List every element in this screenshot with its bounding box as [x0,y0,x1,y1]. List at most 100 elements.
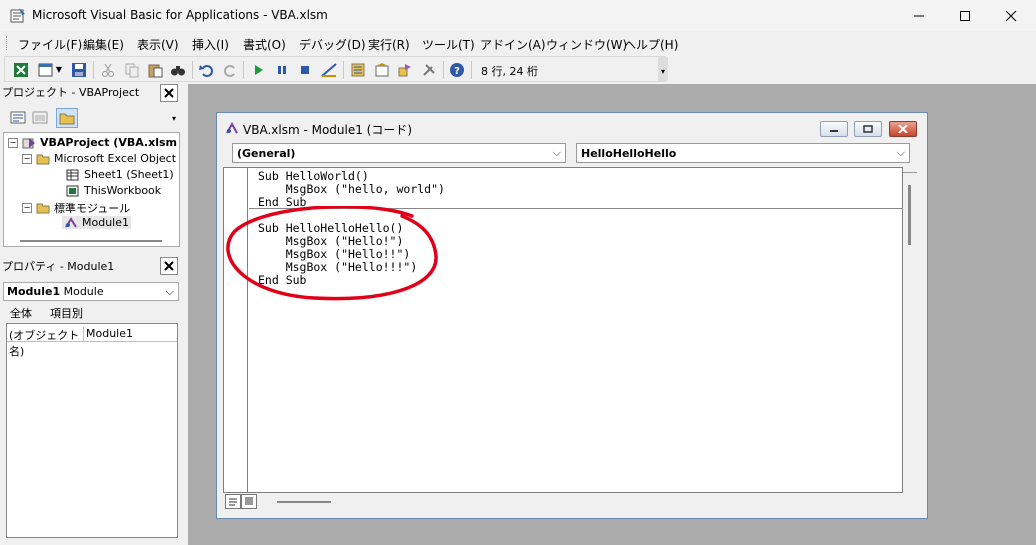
tab-categorized[interactable]: 項目別 [50,305,83,321]
chevron-down-icon: ⌵ [165,285,174,298]
menu-run[interactable]: 実行(R) [368,36,410,53]
tab-alphabetic[interactable]: 全体 [10,305,32,321]
tree-hscroll-thumb[interactable] [20,240,162,242]
find-button[interactable] [169,61,186,78]
code-vertical-scrollbar[interactable] [903,167,917,493]
undo-button[interactable] [198,61,215,78]
menu-tools[interactable]: ツール(T) [422,36,475,53]
menu-window[interactable]: ウィンドウ(W) [546,36,627,53]
title-bar: Microsoft Visual Basic for Applications … [0,0,1036,31]
reset-button[interactable] [296,61,313,78]
full-module-view-icon [245,497,253,505]
excel-icon [13,62,28,77]
insert-dropdown-button[interactable]: ▼ [55,61,63,78]
tree-node-vbaproject[interactable]: − VBAProject (VBA.xlsm [8,136,177,149]
view-object-button[interactable] [32,110,48,125]
object-browser-button[interactable] [396,61,413,78]
menu-edit[interactable]: 編集(E) [83,36,124,53]
properties-pane-close-button[interactable] [160,257,178,275]
menu-format[interactable]: 書式(O) [243,36,286,53]
properties-window-button[interactable] [373,61,390,78]
property-value[interactable]: Module1 [84,327,133,341]
code-restore-button[interactable] [854,121,882,137]
menu-help[interactable]: ヘルプ(H) [624,36,678,53]
object-combo[interactable]: (General) ⌵ [232,143,566,163]
pause-icon [277,65,286,74]
folder-open-icon [36,154,50,164]
procedure-combo[interactable]: HelloHelloHello ⌵ [576,143,910,163]
object-type: Module [63,285,104,298]
tree-node-thisworkbook[interactable]: ThisWorkbook [66,184,161,197]
play-icon [254,64,263,75]
menu-insert[interactable]: 挿入(I) [192,36,229,53]
userform-icon [38,63,52,76]
paste-button[interactable] [146,61,163,78]
stop-icon [300,65,309,74]
code-window: VBA.xlsm - Module1 (コード) (General) ⌵ Hel… [216,112,928,519]
menu-view[interactable]: 表示(V) [137,36,179,53]
minimize-icon [830,130,838,132]
break-button[interactable] [273,61,290,78]
save-button[interactable] [70,61,87,78]
tree-label-sheet1: Sheet1 (Sheet1) [84,168,174,181]
binoculars-icon [170,65,185,75]
menu-file[interactable]: ファイル(F) [18,36,82,53]
view-code-button[interactable] [10,110,26,125]
svg-text:?: ? [454,66,460,77]
cut-button[interactable] [99,61,116,78]
menu-bar: ファイル(F) 編集(E) 表示(V) 挿入(I) 書式(O) デバッグ(D) … [0,31,1036,55]
menu-debug[interactable]: デバッグ(D) [299,36,366,53]
properties-pane-title: プロパティ - Module1 [2,260,115,273]
collapse-icon[interactable]: − [22,153,32,164]
toggle-folders-button[interactable] [56,108,78,128]
chevron-down-icon: ⌵ [896,146,905,159]
project-pane-close-button[interactable] [160,84,178,102]
folder-open-icon [36,203,50,214]
code-minimize-button[interactable] [820,121,848,137]
tree-label-vbaproject: VBAProject (VBA.xlsm [40,136,177,149]
property-row[interactable]: (オブジェクト名) Module1 [7,327,177,358]
view-excel-button[interactable] [12,61,29,78]
project-toolbar-scroll[interactable]: ▾ [172,114,180,126]
redo-button[interactable] [221,61,238,78]
project-pane-toolbar: ▾ [4,106,180,130]
close-icon [164,88,174,98]
module-icon [226,121,238,134]
close-button[interactable] [988,0,1034,31]
tree-node-sheet1[interactable]: Sheet1 (Sheet1) [66,168,174,181]
run-button[interactable] [249,61,266,78]
properties-grid: (オブジェクト名) Module1 [6,323,178,538]
collapse-icon[interactable]: − [8,137,18,148]
scroll-top-split[interactable] [903,167,917,173]
maximize-button[interactable] [942,0,988,31]
help-button[interactable]: ? [448,61,465,78]
code-hscroll-thumb[interactable] [277,501,331,503]
minimize-button[interactable] [896,0,942,31]
insert-userform-button[interactable] [37,61,54,78]
tree-label-modules: 標準モジュール [54,202,131,215]
menu-grip[interactable] [6,36,9,50]
collapse-icon[interactable]: − [22,203,32,213]
maximize-icon [960,10,970,21]
design-mode-button[interactable] [320,61,337,78]
code-close-button[interactable] [889,121,917,137]
tree-node-module1[interactable]: Module1 [62,216,131,229]
copy-button[interactable] [123,61,140,78]
menu-addins[interactable]: アドイン(A) [480,36,546,53]
properties-object-select[interactable]: Module1 Module ⌵ [3,282,179,301]
view-object-icon [32,111,48,124]
close-icon [164,261,174,271]
toolbox-button[interactable] [420,61,437,78]
project-pane-title: プロジェクト - VBAProject [2,86,140,99]
full-module-view-button[interactable] [241,494,257,509]
scroll-thumb[interactable] [908,185,911,245]
procedure-view-button[interactable] [225,494,241,509]
standard-toolbar: ▼ ? 8 行, 24 桁 ▾ [4,56,668,82]
tree-node-excel-objects[interactable]: − Microsoft Excel Object [22,152,176,165]
project-explorer-button[interactable] [349,61,366,78]
project-explorer-icon [351,63,364,76]
workbook-icon [66,185,79,196]
tree-node-modules[interactable]: − 標準モジュール [22,200,130,216]
procedure-view-icon [229,498,237,506]
toolbar-options-button[interactable]: ▾ [658,57,668,81]
